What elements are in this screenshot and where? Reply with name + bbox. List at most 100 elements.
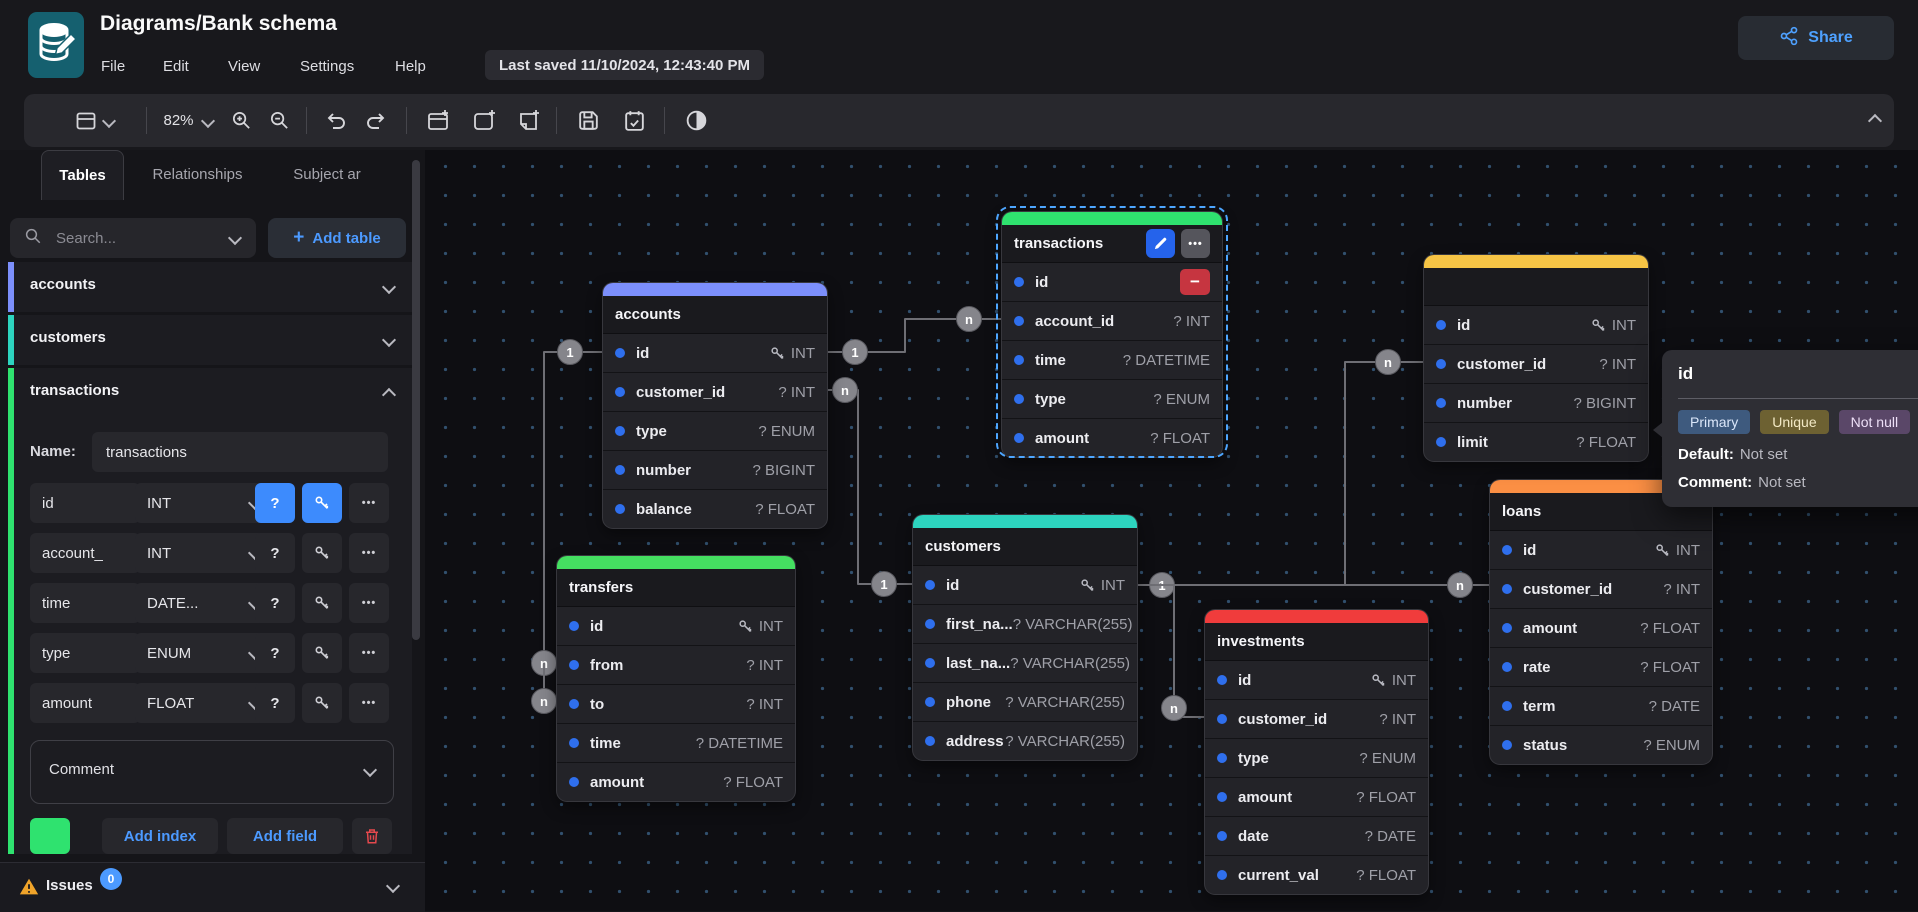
add-table-button[interactable]: + Add table <box>268 218 406 258</box>
relationship-line[interactable] <box>827 390 913 584</box>
field-name-input[interactable]: time <box>30 583 140 623</box>
undo-button[interactable] <box>316 94 356 147</box>
field-nullable-toggle[interactable]: ? <box>255 583 295 623</box>
zoom-in-button[interactable] <box>222 94 260 147</box>
add-field-button[interactable]: Add field <box>227 818 343 854</box>
table-field-row[interactable]: type? ENUM <box>603 412 827 451</box>
field-more-options-button[interactable]: ••• <box>349 483 389 523</box>
field-primary-key-toggle[interactable] <box>302 583 342 623</box>
save-button[interactable] <box>566 94 610 147</box>
field-more-options-button[interactable]: ••• <box>349 683 389 723</box>
field-more-options-button[interactable]: ••• <box>349 633 389 673</box>
table-field-row[interactable]: current_val? FLOAT <box>1205 856 1428 894</box>
field-type-select[interactable]: FLOAT <box>135 683 270 723</box>
table-field-row[interactable]: idINT <box>1205 661 1428 700</box>
table-field-row[interactable]: idINT <box>1490 531 1712 570</box>
table-field-row[interactable]: rate? FLOAT <box>1490 648 1712 687</box>
field-name-input[interactable]: id <box>30 483 140 523</box>
table-field-row[interactable]: balance? FLOAT <box>603 490 827 528</box>
table-field-row[interactable]: last_na...? VARCHAR(255) <box>913 644 1137 683</box>
table-field-row[interactable]: number? BIGINT <box>603 451 827 490</box>
sidebar-item-customers[interactable]: customers <box>8 315 412 365</box>
diagram-table-loans[interactable]: loansidINTcustomer_id? INTamount? FLOATr… <box>1490 480 1712 764</box>
sidebar-scrollbar[interactable] <box>412 160 420 640</box>
field-type-select[interactable]: DATE... <box>135 583 270 623</box>
view-mode-button[interactable] <box>72 94 116 147</box>
diagram-table-transfers[interactable]: transfersidINTfrom? INTto? INTtime? DATE… <box>557 556 795 801</box>
field-nullable-toggle[interactable]: ? <box>255 633 295 673</box>
table-field-row[interactable]: limit? FLOAT <box>1424 423 1648 461</box>
diagram-table-accounts[interactable]: accountsidINTcustomer_id? INTtype? ENUMn… <box>603 283 827 528</box>
table-field-row[interactable]: id− <box>1002 263 1222 302</box>
chevron-down-icon[interactable] <box>386 879 400 893</box>
field-type-select[interactable]: ENUM <box>135 633 270 673</box>
table-field-row[interactable]: time? DATETIME <box>1002 341 1222 380</box>
field-primary-key-toggle[interactable] <box>302 533 342 573</box>
table-title-row[interactable]: investments <box>1205 623 1428 661</box>
table-field-row[interactable]: amount? FLOAT <box>1490 609 1712 648</box>
field-name-input[interactable]: account_ <box>30 533 140 573</box>
menu-settings[interactable]: Settings <box>300 58 354 75</box>
table-field-row[interactable]: date? DATE <box>1205 817 1428 856</box>
table-field-row[interactable]: number? BIGINT <box>1424 384 1648 423</box>
menu-view[interactable]: View <box>228 58 260 75</box>
diagram-table-transactions[interactable]: transactions•••id−account_id? INTtime? D… <box>1002 212 1222 457</box>
table-field-row[interactable]: time? DATETIME <box>557 724 795 763</box>
menu-help[interactable]: Help <box>395 58 426 75</box>
add-area-tool-button[interactable] <box>462 94 506 147</box>
table-title-row[interactable]: customers <box>913 528 1137 566</box>
add-note-tool-button[interactable] <box>506 94 550 147</box>
table-more-options-button[interactable]: ••• <box>1181 229 1210 258</box>
table-field-row[interactable]: address? VARCHAR(255) <box>913 722 1137 760</box>
edit-table-button[interactable] <box>1146 229 1175 258</box>
sidebar-item-accounts[interactable]: accounts <box>8 262 412 312</box>
tab-subject-areas[interactable]: Subject ar <box>272 150 382 199</box>
field-type-select[interactable]: INT <box>135 483 270 523</box>
field-nullable-toggle[interactable]: ? <box>255 683 295 723</box>
table-field-row[interactable]: first_na...? VARCHAR(255) <box>913 605 1137 644</box>
theme-contrast-button[interactable] <box>674 94 718 147</box>
diagram-canvas[interactable]: 1nn11nn1nnn accountsidINTcustomer_id? IN… <box>425 150 1918 911</box>
table-field-row[interactable]: to? INT <box>557 685 795 724</box>
table-field-row[interactable]: type? ENUM <box>1002 380 1222 419</box>
table-field-row[interactable]: idINT <box>913 566 1137 605</box>
delete-field-button[interactable]: − <box>1180 269 1210 295</box>
table-field-row[interactable]: phone? VARCHAR(255) <box>913 683 1137 722</box>
table-field-row[interactable]: term? DATE <box>1490 687 1712 726</box>
relationship-line[interactable] <box>1345 362 1424 585</box>
table-field-row[interactable]: customer_id? INT <box>603 373 827 412</box>
table-field-row[interactable]: type? ENUM <box>1205 739 1428 778</box>
table-field-row[interactable]: amount? FLOAT <box>1002 419 1222 457</box>
table-title-row[interactable] <box>1424 268 1648 306</box>
field-nullable-toggle[interactable]: ? <box>255 483 295 523</box>
field-primary-key-toggle[interactable] <box>302 683 342 723</box>
tab-tables[interactable]: Tables <box>41 150 124 200</box>
delete-table-button[interactable] <box>352 818 392 854</box>
table-title-row[interactable]: accounts <box>603 296 827 334</box>
add-index-button[interactable]: Add index <box>102 818 218 854</box>
field-primary-key-toggle[interactable] <box>302 633 342 673</box>
table-title-row[interactable]: transfers <box>557 569 795 607</box>
table-color-swatch[interactable] <box>30 818 70 854</box>
table-field-row[interactable]: from? INT <box>557 646 795 685</box>
tab-relationships[interactable]: Relationships <box>135 150 260 199</box>
search-input[interactable]: Search... <box>10 218 256 258</box>
menu-edit[interactable]: Edit <box>163 58 189 75</box>
diagram-table-investments[interactable]: investmentsidINTcustomer_id? INTtype? EN… <box>1205 610 1428 894</box>
zoom-out-button[interactable] <box>260 94 298 147</box>
field-primary-key-toggle[interactable] <box>302 483 342 523</box>
table-field-row[interactable]: amount? FLOAT <box>557 763 795 801</box>
table-field-row[interactable]: status? ENUM <box>1490 726 1712 764</box>
table-field-row[interactable]: customer_id? INT <box>1490 570 1712 609</box>
zoom-level-dropdown[interactable]: 82% <box>156 94 220 147</box>
comment-collapsible[interactable]: Comment <box>30 740 394 804</box>
table-field-row[interactable]: amount? FLOAT <box>1205 778 1428 817</box>
field-name-input[interactable]: amount <box>30 683 140 723</box>
field-more-options-button[interactable]: ••• <box>349 533 389 573</box>
app-logo-database-pencil-icon[interactable] <box>28 12 84 78</box>
share-button[interactable]: Share <box>1738 16 1894 60</box>
chevron-up-icon[interactable] <box>382 388 396 402</box>
field-name-input[interactable]: type <box>30 633 140 673</box>
table-field-row[interactable]: customer_id? INT <box>1205 700 1428 739</box>
field-more-options-button[interactable]: ••• <box>349 583 389 623</box>
